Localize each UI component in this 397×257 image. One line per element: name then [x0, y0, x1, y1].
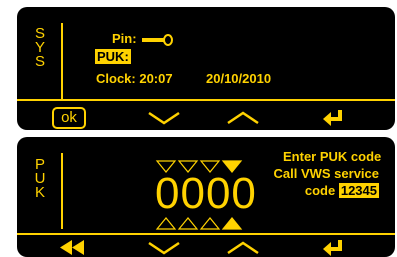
key-icon — [142, 34, 173, 46]
side-label-puk: P U K — [32, 157, 48, 201]
digit-down-triangle-icon[interactable] — [177, 217, 199, 230]
code-value: 12345 — [338, 183, 379, 198]
chevron-up-icon[interactable] — [226, 241, 260, 255]
date-value: 20/10/2010 — [206, 71, 272, 86]
puk-label: PUK: — [95, 49, 131, 64]
code-row: code 12345 — [283, 183, 379, 198]
enter-icon[interactable] — [323, 110, 345, 126]
digit-down-triangle-icon-active[interactable] — [221, 217, 243, 230]
message-line2: Call VWS service — [273, 166, 380, 181]
pin-label: Pin: — [112, 31, 137, 46]
decrement-arrow-row — [155, 217, 243, 230]
chevron-down-icon[interactable] — [147, 111, 181, 125]
message-line1: Enter PUK code — [283, 149, 382, 164]
chevron-up-icon[interactable] — [226, 111, 260, 125]
ok-button[interactable]: ok — [52, 107, 86, 129]
side-letter: K — [34, 184, 45, 201]
sys-screen: S Y S Pin: PUK: Clock: 20:07 20/10/2010 … — [17, 7, 395, 130]
digit-down-triangle-icon[interactable] — [199, 217, 221, 230]
code-label: code — [304, 183, 336, 198]
chevron-down-icon[interactable] — [147, 241, 181, 255]
double-back-icon[interactable] — [60, 240, 86, 255]
puk-screen: P U K 0000 Enter PUK code Call VWS servi… — [17, 137, 395, 257]
clock-label: Clock: 20:07 — [96, 71, 173, 86]
divider-vertical — [61, 23, 63, 99]
enter-icon[interactable] — [323, 240, 345, 256]
puk-menu-item[interactable]: PUK: — [95, 49, 131, 64]
side-label-sys: S Y S — [32, 26, 48, 70]
digit-down-triangle-icon[interactable] — [155, 217, 177, 230]
puk-digits[interactable]: 0000 — [155, 172, 257, 216]
divider-horizontal — [17, 99, 395, 101]
divider-vertical — [61, 153, 63, 229]
side-letter: S — [34, 53, 45, 70]
divider-horizontal — [17, 233, 395, 235]
